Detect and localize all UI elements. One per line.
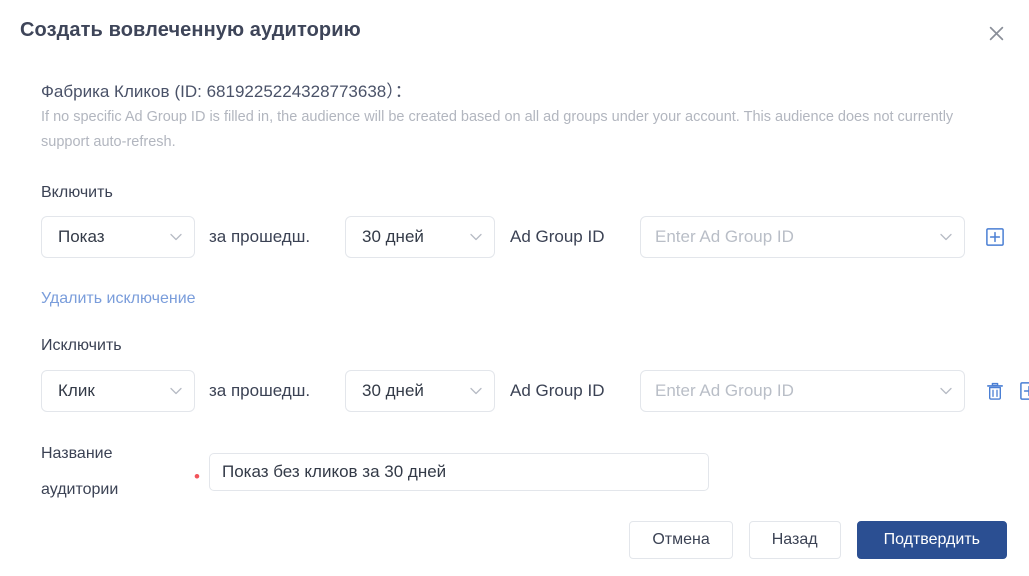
exclude-adgroup-label: Ad Group ID (510, 381, 605, 400)
create-engaged-audience-dialog: Создать вовлеченную аудиторию Фабрика Кл… (0, 0, 1029, 576)
account-id: (ID: 6819225224328773638）： (174, 82, 412, 101)
include-section-label: Включить (41, 184, 113, 201)
account-info: Фабрика Кликов (ID: 6819225224328773638）： (41, 77, 412, 102)
exclude-adgroup-placeholder: Enter Ad Group ID (655, 381, 794, 400)
back-button[interactable]: Назад (748, 521, 841, 559)
add-exclude-condition-button[interactable] (1017, 370, 1029, 412)
include-period-value: 30 дней (362, 227, 424, 246)
cancel-button[interactable]: Отмена (629, 521, 733, 559)
exclude-period-select[interactable]: 30 дней (345, 370, 495, 412)
account-name: Фабрика Кликов (41, 82, 170, 101)
dialog-title: Создать вовлеченную аудиторию (20, 19, 361, 41)
exclude-during-label: за прошедш. (209, 381, 311, 400)
exclude-event-value: Клик (58, 381, 95, 400)
exclude-adgroup-input[interactable]: Enter Ad Group ID (640, 370, 965, 412)
include-criteria-row: Показ за прошедш. 30 дней Ad Group ID En… (0, 216, 1029, 258)
confirm-button[interactable]: Подтвердить (856, 521, 1007, 559)
include-event-value: Показ (58, 227, 105, 246)
chevron-down-icon (468, 383, 484, 399)
chevron-down-icon (468, 229, 484, 245)
include-period-select[interactable]: 30 дней (345, 216, 495, 258)
include-adgroup-placeholder: Enter Ad Group ID (655, 227, 794, 246)
remove-exclusion-link[interactable]: Удалить исключение (41, 290, 196, 308)
include-during-label: за прошедш. (209, 227, 311, 246)
exclude-section-label: Исключить (41, 337, 122, 354)
delete-exclude-condition-button[interactable] (983, 370, 1007, 412)
dialog-footer: Отмена Назад Подтвердить (629, 521, 1007, 559)
exclude-event-select[interactable]: Клик (41, 370, 195, 412)
audience-name-input[interactable] (209, 453, 709, 491)
include-adgroup-label: Ad Group ID (510, 227, 605, 246)
include-adgroup-input[interactable]: Enter Ad Group ID (640, 216, 965, 258)
chevron-down-icon (938, 383, 954, 399)
exclude-period-value: 30 дней (362, 381, 424, 400)
chevron-down-icon (938, 229, 954, 245)
add-include-condition-button[interactable] (983, 216, 1007, 258)
exclude-criteria-row: Клик за прошедш. 30 дней Ad Group ID Ent… (0, 370, 1029, 412)
close-icon[interactable] (983, 20, 1009, 46)
include-event-select[interactable]: Показ (41, 216, 195, 258)
required-marker: • (194, 467, 200, 486)
audience-name-label: Название аудитории (41, 445, 119, 498)
chevron-down-icon (168, 383, 184, 399)
audience-hint-text: If no specific Ad Group ID is filled in,… (41, 109, 954, 150)
chevron-down-icon (168, 229, 184, 245)
